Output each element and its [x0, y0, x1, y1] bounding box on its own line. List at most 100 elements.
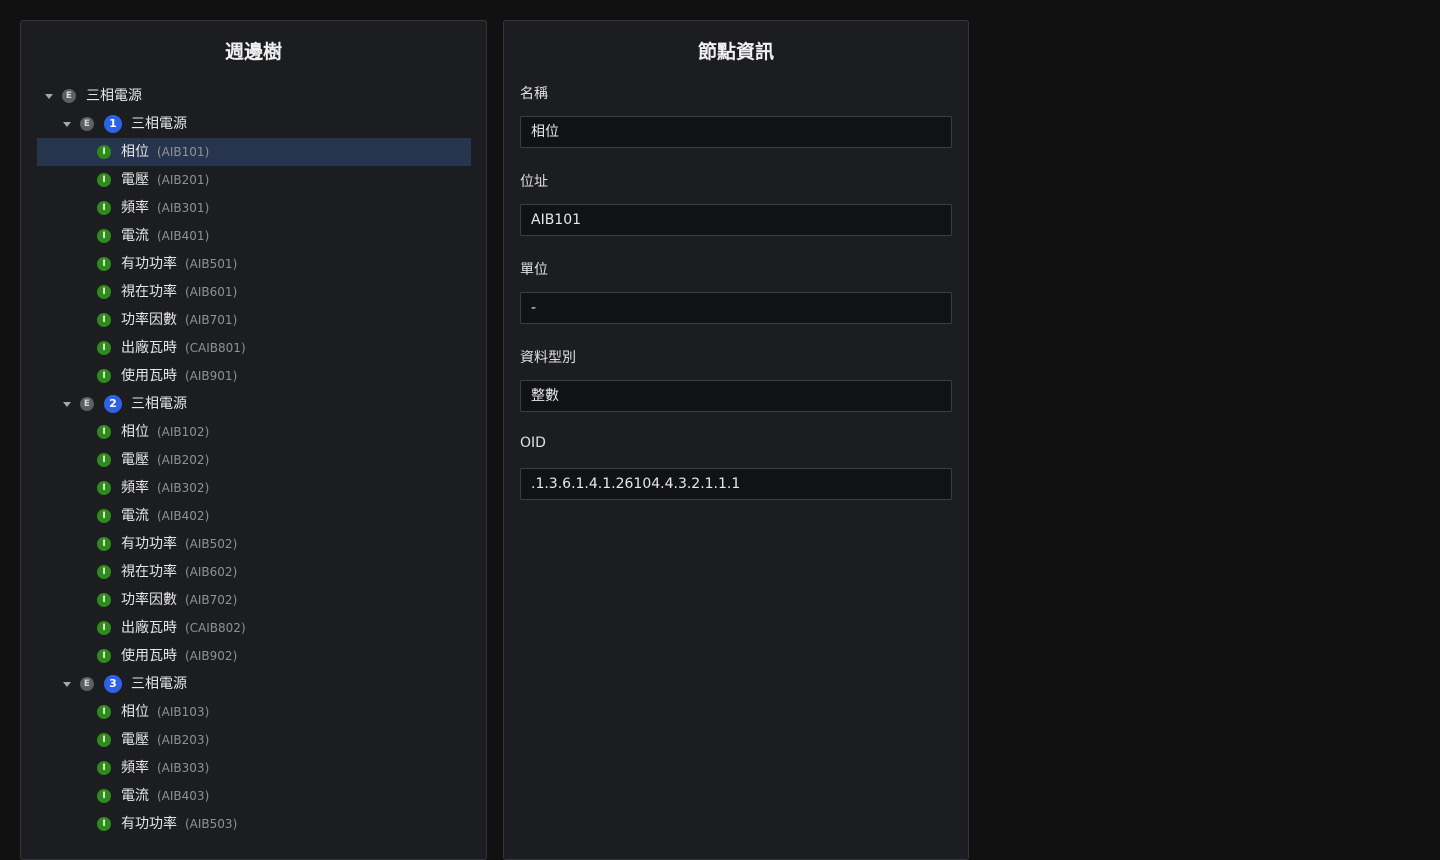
item-address: (CAIB801): [185, 341, 246, 355]
tree-item-row[interactable]: I 有功功率 (AIB501): [37, 250, 471, 278]
data-type-label: 資料型別: [520, 350, 576, 366]
tree-item-label: 電流 (AIB403): [121, 782, 209, 810]
peripheral-tree: E 三相電源 E 1 三相電源 I 相位 (AIB101) I 電壓 (AIB201) I 頻率 (AIB…: [37, 82, 471, 838]
address-field[interactable]: AIB101: [520, 204, 952, 236]
item-address: (AIB602): [185, 565, 238, 579]
tree-item-label: 使用瓦時 (AIB901): [121, 362, 237, 390]
chevron-down-icon[interactable]: [63, 402, 71, 407]
tree-item-row[interactable]: I 使用瓦時 (AIB902): [37, 642, 471, 670]
item-icon: I: [97, 761, 111, 775]
item-address: (AIB902): [185, 649, 238, 663]
item-name: 相位: [121, 704, 149, 720]
tree-item-row[interactable]: I 頻率 (AIB303): [37, 754, 471, 782]
item-name: 頻率: [121, 200, 149, 216]
tree-item-row[interactable]: I 電壓 (AIB201): [37, 166, 471, 194]
tree-item-label: 功率因數 (AIB702): [121, 586, 237, 614]
chevron-down-icon[interactable]: [63, 122, 71, 127]
tree-item-label: 電流 (AIB402): [121, 502, 209, 530]
item-icon: I: [97, 537, 111, 551]
item-name: 使用瓦時: [121, 648, 177, 664]
item-icon: I: [97, 565, 111, 579]
entity-icon: E: [80, 397, 94, 411]
tree-item-label: 電流 (AIB401): [121, 222, 209, 250]
item-address: (AIB303): [157, 761, 210, 775]
tree-item-label: 電壓 (AIB203): [121, 726, 209, 754]
item-icon: I: [97, 789, 111, 803]
tree-item-row[interactable]: I 頻率 (AIB301): [37, 194, 471, 222]
tree-item-label: 頻率 (AIB303): [121, 754, 209, 782]
tree-item-row[interactable]: I 電流 (AIB402): [37, 502, 471, 530]
name-field[interactable]: 相位: [520, 116, 952, 148]
tree-item-row[interactable]: I 出廠瓦時 (CAIB802): [37, 614, 471, 642]
item-icon: I: [97, 173, 111, 187]
item-icon: I: [97, 509, 111, 523]
chevron-down-icon[interactable]: [63, 682, 71, 687]
tree-node-label: 三相電源: [131, 396, 187, 412]
item-icon: I: [97, 733, 111, 747]
tree-root-row[interactable]: E 三相電源: [37, 82, 471, 110]
item-address: (CAIB802): [185, 621, 246, 635]
tree-item-row[interactable]: I 功率因數 (AIB701): [37, 306, 471, 334]
unit-label: 單位: [520, 262, 548, 278]
data-type-field[interactable]: 整數: [520, 380, 952, 412]
tree-item-label: 頻率 (AIB302): [121, 474, 209, 502]
item-icon: I: [97, 313, 111, 327]
tree-item-row[interactable]: I 相位 (AIB101): [37, 138, 471, 166]
item-name: 頻率: [121, 480, 149, 496]
item-address: (AIB701): [185, 313, 238, 327]
item-name: 有功功率: [121, 256, 177, 272]
tree-item-row[interactable]: I 視在功率 (AIB602): [37, 558, 471, 586]
tree-item-row[interactable]: I 電流 (AIB403): [37, 782, 471, 810]
tree-item-row[interactable]: I 電流 (AIB401): [37, 222, 471, 250]
item-name: 出廠瓦時: [121, 340, 177, 356]
item-icon: I: [97, 593, 111, 607]
tree-item-row[interactable]: I 有功功率 (AIB503): [37, 810, 471, 838]
item-name: 使用瓦時: [121, 368, 177, 384]
chevron-down-icon[interactable]: [45, 94, 53, 99]
item-icon: I: [97, 649, 111, 663]
item-name: 視在功率: [121, 284, 177, 300]
tree-item-row[interactable]: I 功率因數 (AIB702): [37, 586, 471, 614]
tree-item-label: 相位 (AIB102): [121, 418, 209, 446]
tree-item-row[interactable]: I 視在功率 (AIB601): [37, 278, 471, 306]
item-address: (AIB702): [185, 593, 238, 607]
tree-item-label: 有功功率 (AIB503): [121, 810, 237, 838]
tree-item-label: 使用瓦時 (AIB902): [121, 642, 237, 670]
item-address: (AIB302): [157, 481, 210, 495]
tree-item-row[interactable]: I 頻率 (AIB302): [37, 474, 471, 502]
tree-group-row[interactable]: E 3 三相電源: [37, 670, 471, 698]
item-address: (AIB101): [157, 145, 210, 159]
entity-icon: E: [80, 677, 94, 691]
item-name: 出廠瓦時: [121, 620, 177, 636]
group-number-badge: 1: [104, 115, 122, 133]
tree-node-label: 三相電源: [131, 116, 187, 132]
tree-item-row[interactable]: I 出廠瓦時 (CAIB801): [37, 334, 471, 362]
tree-node-label: 三相電源: [131, 676, 187, 692]
tree-item-label: 功率因數 (AIB701): [121, 306, 237, 334]
item-address: (AIB103): [157, 705, 210, 719]
tree-item-label: 有功功率 (AIB502): [121, 530, 237, 558]
item-address: (AIB201): [157, 173, 210, 187]
tree-item-row[interactable]: I 電壓 (AIB202): [37, 446, 471, 474]
info-panel-title: 節點資訊: [697, 41, 774, 63]
item-name: 相位: [121, 424, 149, 440]
item-icon: I: [97, 229, 111, 243]
tree-item-row[interactable]: I 使用瓦時 (AIB901): [37, 362, 471, 390]
tree-group-row[interactable]: E 2 三相電源: [37, 390, 471, 418]
item-name: 電壓: [121, 732, 149, 748]
tree-item-row[interactable]: I 相位 (AIB103): [37, 698, 471, 726]
tree-group-row[interactable]: E 1 三相電源: [37, 110, 471, 138]
item-icon: I: [97, 453, 111, 467]
item-address: (AIB503): [185, 817, 238, 831]
tree-item-label: 出廠瓦時 (CAIB802): [121, 614, 246, 642]
tree-item-row[interactable]: I 相位 (AIB102): [37, 418, 471, 446]
tree-item-row[interactable]: I 電壓 (AIB203): [37, 726, 471, 754]
tree-item-label: 視在功率 (AIB602): [121, 558, 237, 586]
oid-field[interactable]: .1.3.6.1.4.1.26104.4.3.2.1.1.1: [520, 468, 952, 500]
tree-item-row[interactable]: I 有功功率 (AIB502): [37, 530, 471, 558]
item-address: (AIB301): [157, 201, 210, 215]
item-name: 視在功率: [121, 564, 177, 580]
item-address: (AIB502): [185, 537, 238, 551]
item-address: (AIB901): [185, 369, 238, 383]
unit-field[interactable]: -: [520, 292, 952, 324]
